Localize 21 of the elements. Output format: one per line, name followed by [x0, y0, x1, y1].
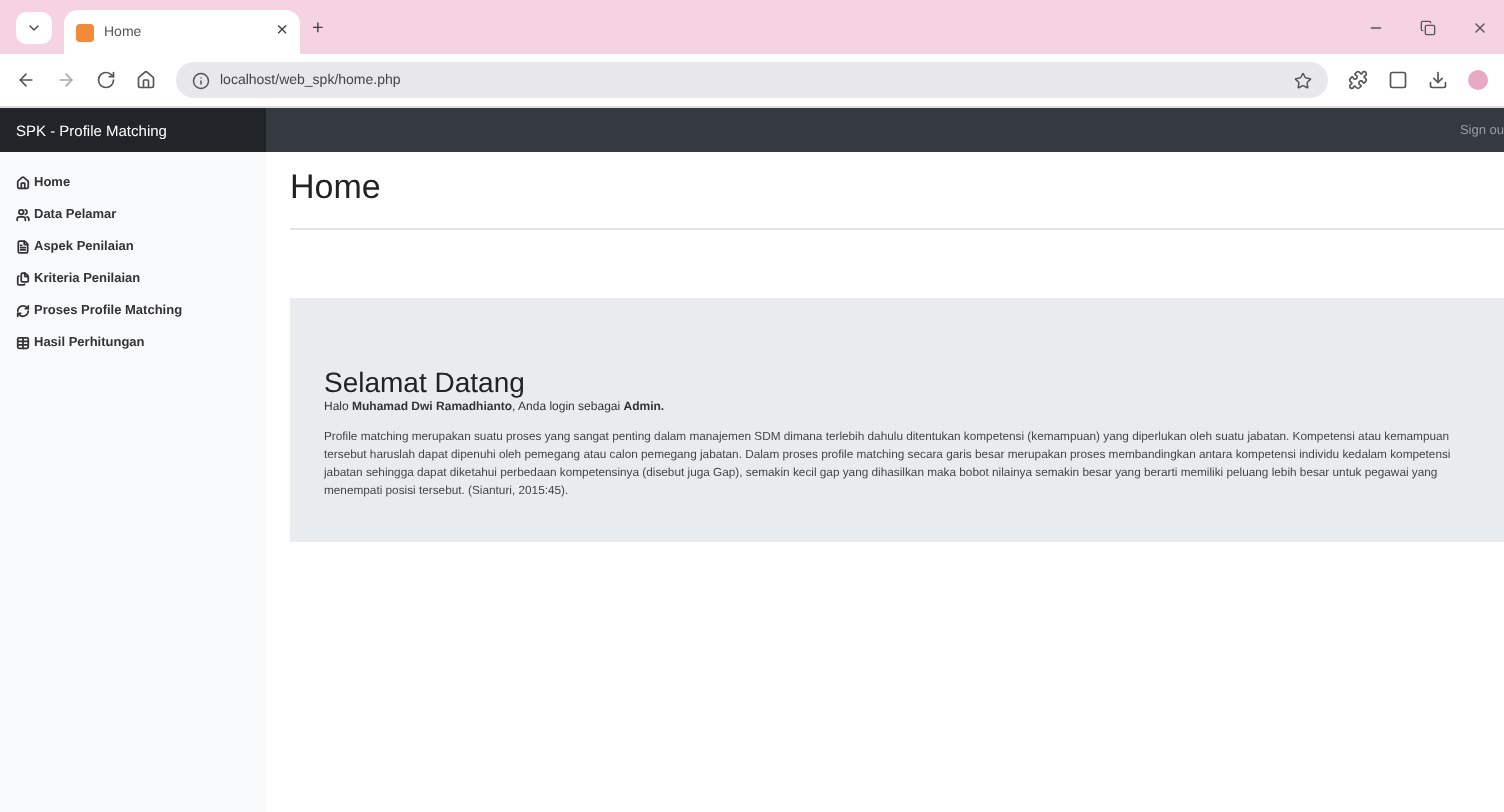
info-icon — [192, 71, 210, 89]
page-title: Home — [290, 168, 1504, 230]
close-icon[interactable] — [1472, 20, 1488, 36]
reload-icon[interactable] — [96, 70, 116, 90]
users-icon — [16, 208, 30, 222]
close-tab-button[interactable]: × — [276, 22, 288, 42]
document-icon — [16, 240, 30, 254]
table-icon — [16, 336, 30, 350]
home-icon — [16, 176, 30, 190]
puzzle-icon[interactable] — [1348, 70, 1368, 90]
documents-icon — [16, 272, 30, 286]
restore-icon[interactable] — [1420, 20, 1436, 36]
download-icon[interactable] — [1428, 70, 1448, 90]
welcome-title: Selamat Datang — [324, 366, 527, 398]
refresh-icon — [16, 304, 30, 318]
home-icon[interactable] — [136, 70, 156, 90]
back-icon[interactable] — [16, 70, 36, 90]
favicon-icon — [76, 23, 94, 41]
star-icon[interactable] — [1294, 71, 1312, 89]
new-tab-button[interactable]: + — [312, 20, 324, 40]
chevron-down-icon — [26, 20, 42, 36]
